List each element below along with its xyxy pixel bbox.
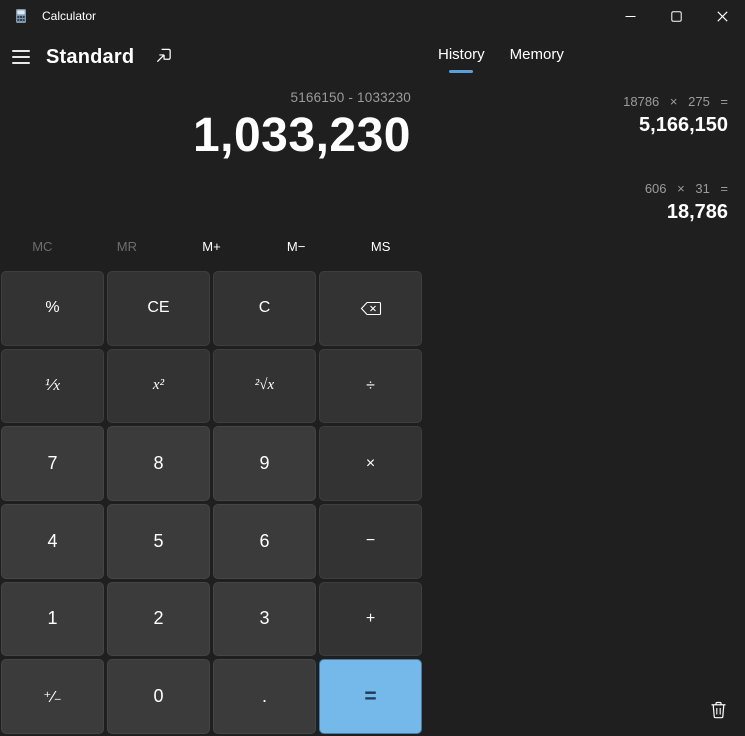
key-decimal[interactable]: . (213, 659, 316, 734)
calculator-icon (13, 8, 29, 24)
key-zero[interactable]: 0 (107, 659, 210, 734)
key-one[interactable]: 1 (1, 582, 104, 657)
key-reciprocal[interactable]: ⅟x (1, 349, 104, 424)
close-button[interactable] (699, 0, 745, 32)
key-three[interactable]: 3 (213, 582, 316, 657)
history-item[interactable]: 606 × 31 = 18,786 (430, 171, 745, 236)
history-memory-tabs: History Memory (437, 44, 565, 73)
tab-memory[interactable]: Memory (509, 44, 565, 73)
active-tab-underline (449, 70, 473, 73)
history-result: 5,166,150 (442, 114, 728, 137)
history-expression: 18786 × 275 = (442, 94, 728, 109)
mode-title: Standard (46, 46, 134, 69)
nav-row: Standard (0, 41, 423, 73)
key-square[interactable]: x² (107, 349, 210, 424)
key-subtract[interactable]: − (319, 504, 422, 579)
maximize-button[interactable] (653, 0, 699, 32)
tab-history-label: History (438, 46, 485, 63)
key-divide[interactable]: ÷ (319, 349, 422, 424)
history-item[interactable]: 18786 × 275 = 5,166,150 (430, 84, 745, 149)
close-icon (717, 11, 728, 22)
key-negate[interactable]: ⁺⁄₋ (1, 659, 104, 734)
memory-recall-button[interactable]: MR (85, 227, 170, 266)
trash-icon (710, 701, 727, 722)
backspace-icon (360, 301, 382, 316)
tab-memory-label: Memory (510, 46, 564, 63)
display-area: 5166150 - 1033230 1,033,230 (0, 90, 411, 160)
app-title: Calculator (42, 9, 96, 23)
history-list: 18786 × 275 = 5,166,150 606 × 31 = 18,786 (430, 84, 745, 258)
history-result: 18,786 (442, 201, 728, 224)
calculator-window: Calculator Standard (0, 0, 745, 736)
key-equals[interactable]: = (319, 659, 422, 734)
key-multiply[interactable]: × (319, 426, 422, 501)
key-two[interactable]: 2 (107, 582, 210, 657)
window-controls (607, 0, 745, 32)
key-backspace[interactable] (319, 271, 422, 346)
memory-row: MCMRM+M−MS (0, 227, 423, 266)
memory-store-button[interactable]: MS (338, 227, 423, 266)
history-expression: 606 × 31 = (442, 181, 728, 196)
keep-on-top-button[interactable] (151, 45, 175, 69)
key-four[interactable]: 4 (1, 504, 104, 579)
key-square-root[interactable]: ²√x (213, 349, 316, 424)
tab-history[interactable]: History (437, 44, 486, 73)
key-add[interactable]: + (319, 582, 422, 657)
keep-on-top-icon (154, 46, 173, 68)
hamburger-icon[interactable] (12, 46, 34, 68)
key-clear[interactable]: C (213, 271, 316, 346)
keypad: %CEC ⅟xx²²√x÷ 789× 456− 123+ ⁺⁄₋0.= (1, 271, 422, 734)
key-six[interactable]: 6 (213, 504, 316, 579)
key-nine[interactable]: 9 (213, 426, 316, 501)
memory-clear-button[interactable]: MC (0, 227, 85, 266)
display-expression: 5166150 - 1033230 (0, 90, 411, 105)
maximize-icon (671, 11, 682, 22)
key-five[interactable]: 5 (107, 504, 210, 579)
key-seven[interactable]: 7 (1, 426, 104, 501)
memory-add-button[interactable]: M+ (169, 227, 254, 266)
titlebar: Calculator (0, 0, 745, 32)
display-result: 1,033,230 (0, 112, 411, 160)
memory-subtract-button[interactable]: M− (254, 227, 339, 266)
minimize-button[interactable] (607, 0, 653, 32)
key-percent[interactable]: % (1, 271, 104, 346)
key-clear-entry[interactable]: CE (107, 271, 210, 346)
key-eight[interactable]: 8 (107, 426, 210, 501)
minimize-icon (625, 11, 636, 22)
clear-history-button[interactable] (705, 698, 731, 724)
